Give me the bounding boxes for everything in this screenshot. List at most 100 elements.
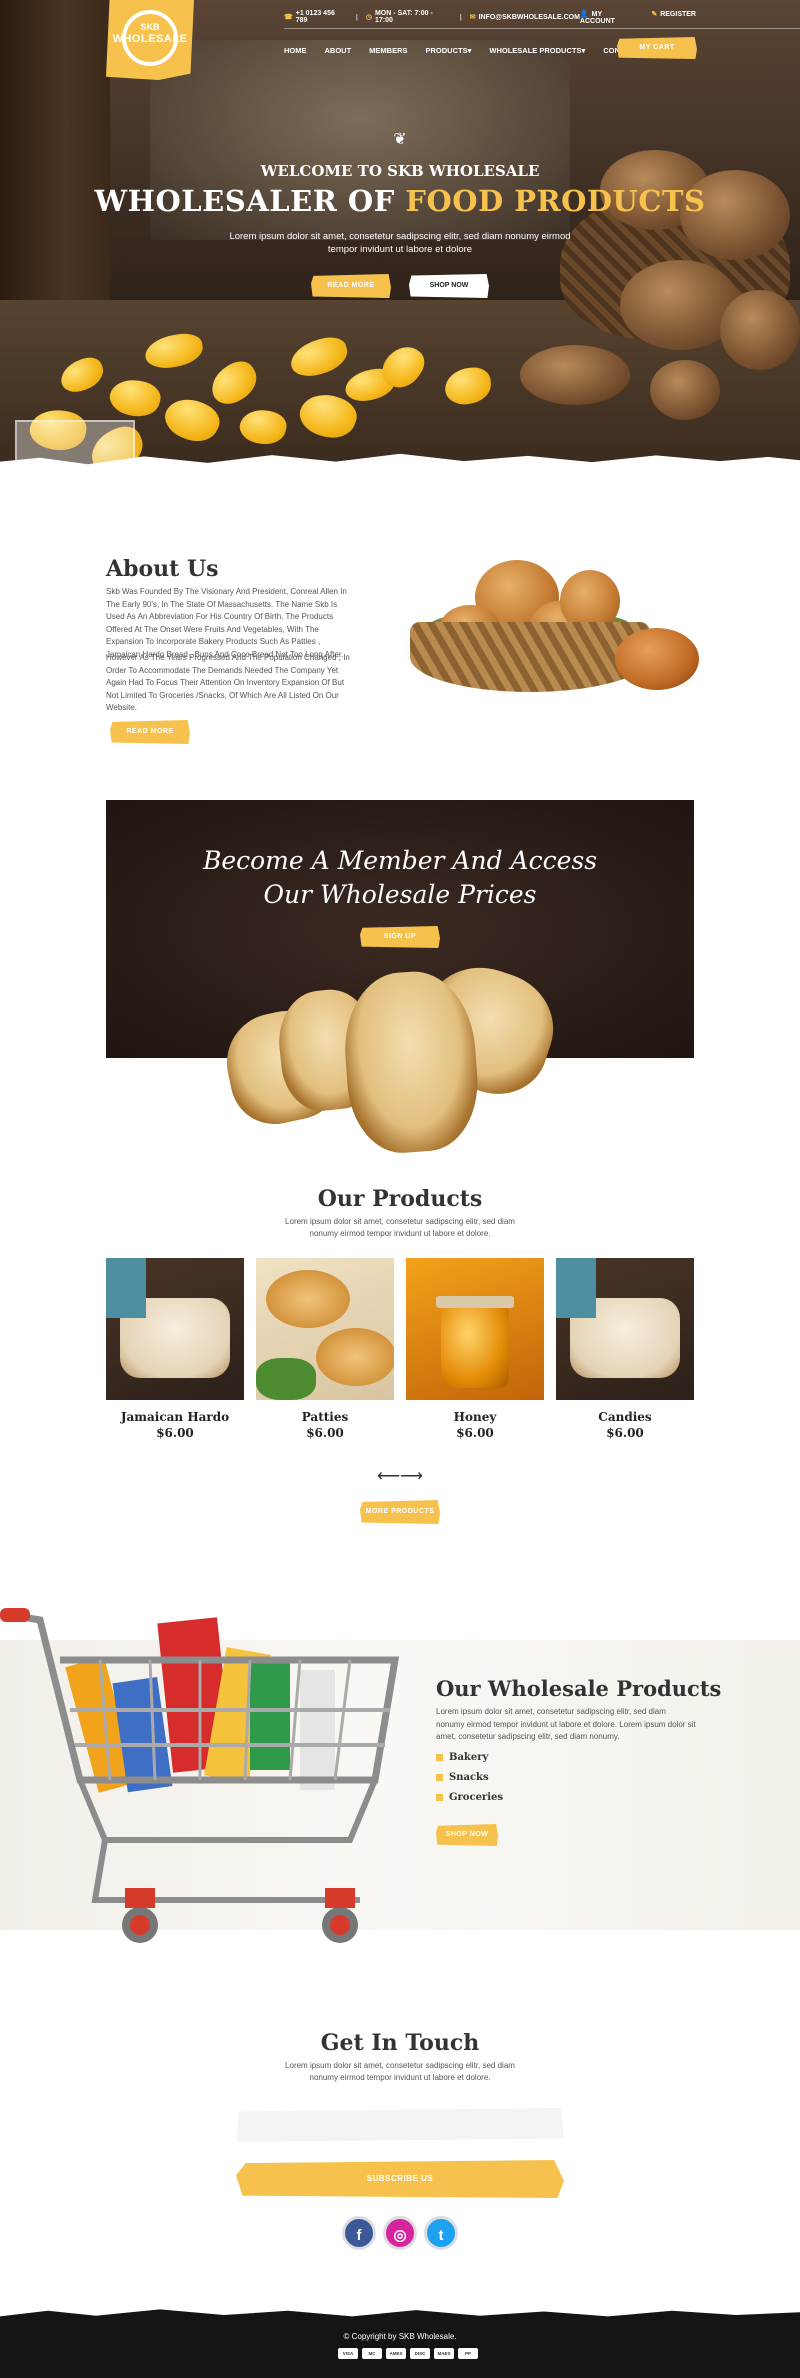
bullet-icon [436, 1774, 443, 1781]
main-nav: HOME ABOUT MEMBERS PRODUCTS▾ WHOLESALE P… [284, 38, 664, 62]
phone-number[interactable]: +1 0123 456 789 [296, 10, 348, 24]
contact-title: Get In Touch [320, 2030, 480, 2056]
top-info-bar: ☎ +1 0123 456 789 | ◷ MON - SAT: 7:00 - … [284, 10, 696, 25]
product-price: $6.00 [606, 1426, 644, 1440]
cloth-decoration [556, 1258, 596, 1318]
hero-headline: WHOLESALER OF FOOD PRODUCTS [0, 184, 800, 218]
wicker-basket [410, 622, 650, 692]
patty-image [316, 1328, 394, 1386]
about-read-more-button[interactable]: READ MORE [110, 720, 190, 744]
ornament-icon: ❦ [393, 131, 407, 148]
hero-shop-now-button[interactable]: SHOP NOW [409, 274, 489, 298]
contact-subtext: Lorem ipsum dolor sit amet, consetetur s… [285, 2061, 515, 2082]
herb-decoration [256, 1358, 316, 1400]
logo-text-bottom: WHOLESALE [112, 33, 188, 45]
bread-basket-image [400, 560, 700, 710]
instagram-icon[interactable]: ◎ [383, 2216, 417, 2250]
arrow-right-icon[interactable]: ⟶ [400, 1468, 423, 1485]
arrow-left-icon[interactable]: ⟵ [377, 1468, 400, 1485]
user-icon: 👤 [579, 10, 589, 18]
jar-lid [436, 1296, 514, 1308]
divider: | [355, 13, 358, 21]
more-products-button[interactable]: MORE PRODUCTS [360, 1500, 440, 1524]
about-paragraph-2: However As The Years Progressed And The … [106, 653, 350, 712]
product-name: Candies [598, 1410, 652, 1424]
nav-about[interactable]: ABOUT [325, 46, 352, 55]
cart-base [77, 1778, 378, 1903]
twitter-icon[interactable]: t [424, 2216, 458, 2250]
cart-handle [0, 1608, 30, 1622]
products-subtext: Lorem ipsum dolor sit amet, consetetur s… [285, 1217, 515, 1238]
site-logo[interactable]: SKB WHOLESALE [106, 0, 194, 80]
wholesale-section: Our Wholesale Products Lorem ipsum dolor… [0, 1600, 800, 2020]
list-item[interactable]: Groceries [436, 1792, 503, 1803]
product-card[interactable]: Candies $6.00 [556, 1258, 694, 1440]
list-item-label: Bakery [449, 1752, 489, 1763]
product-image-candies [556, 1258, 694, 1400]
account-links: 👤 MY ACCOUNT ✎ REGISTER [580, 10, 696, 25]
product-price: $6.00 [306, 1426, 344, 1440]
nav-products[interactable]: PRODUCTS▾ [426, 46, 472, 55]
nav-wholesale-label: WHOLESALE PRODUCTS [489, 45, 582, 55]
wholesale-title: Our Wholesale Products [436, 1676, 722, 1701]
wholesale-text: Lorem ipsum dolor sit amet, consetetur s… [436, 1707, 696, 1741]
cloth-decoration [106, 1258, 146, 1318]
list-item[interactable]: Bakery [436, 1752, 503, 1763]
logo-text-top: SKB [140, 22, 160, 32]
chevron-down-icon: ▾ [467, 45, 472, 55]
contact-section: Get In Touch Lorem ipsum dolor sit amet,… [0, 2020, 800, 2320]
about-section: About Us Skb Was Founded By The Visionar… [0, 470, 800, 800]
product-price: $6.00 [456, 1426, 494, 1440]
member-title: Become A Member And Access Our Wholesale … [106, 844, 694, 912]
list-item[interactable]: Snacks [436, 1772, 503, 1783]
products-title: Our Products [317, 1186, 483, 1212]
chevron-down-icon: ▾ [581, 45, 586, 55]
wheel-mount [325, 1888, 355, 1908]
bread-loaf-image [615, 628, 699, 690]
my-cart-button[interactable]: MY CART [617, 37, 697, 59]
member-line-2: Our Wholesale Prices [263, 880, 537, 909]
facebook-icon[interactable]: f [342, 2216, 376, 2250]
register-label: REGISTER [660, 10, 696, 18]
product-card[interactable]: Honey $6.00 [406, 1258, 544, 1440]
product-card[interactable]: Jamaican Hardo $6.00 [106, 1258, 244, 1440]
bread-loaf-image [520, 345, 630, 405]
nav-products-label: PRODUCTS [425, 45, 468, 55]
nav-members[interactable]: MEMBERS [369, 46, 407, 55]
hero-welcome: WELCOME TO SKB WHOLESALE [260, 162, 540, 180]
opening-hours: MON - SAT: 7:00 - 17:00 [374, 10, 433, 24]
my-account-link[interactable]: 👤 MY ACCOUNT [580, 10, 637, 25]
bread-roll-image [650, 360, 720, 420]
hero-read-more-button[interactable]: READ MORE [311, 274, 391, 298]
curtain-decoration [0, 0, 110, 300]
email-link[interactable]: INFO@SKBWHOLESALE.COM [479, 14, 580, 21]
product-box [250, 1660, 290, 1770]
subscribe-button[interactable]: SUBSCRIBE US [236, 2160, 564, 2198]
product-name: Jamaican Hardo [120, 1410, 230, 1424]
nav-wholesale-products[interactable]: WHOLESALE PRODUCTS▾ [489, 46, 585, 55]
headline-part-b: FOOD PRODUCTS [405, 184, 706, 218]
cart-wheel-hub [130, 1915, 150, 1935]
bread-loaf-image [720, 290, 800, 370]
register-link[interactable]: ✎ REGISTER [651, 10, 696, 25]
wheel-mount [125, 1888, 155, 1908]
product-price: $6.00 [156, 1426, 194, 1440]
nav-home[interactable]: HOME [284, 46, 307, 55]
hero-section: SKB WHOLESALE ☎ +1 0123 456 789 | ◷ MON … [0, 0, 800, 470]
carousel-arrows[interactable]: ⟵⟶ [370, 1466, 430, 1486]
email-field[interactable] [236, 2108, 564, 2142]
product-card[interactable]: Patties $6.00 [256, 1258, 394, 1440]
honey-jar-image [441, 1304, 509, 1388]
bullet-icon [436, 1794, 443, 1801]
wholesale-shop-now-button[interactable]: SHOP NOW [436, 1824, 498, 1846]
hero-subtext: Lorem ipsum dolor sit amet, consetetur s… [229, 231, 571, 255]
wholesale-category-list: Bakery Snacks Groceries [436, 1752, 503, 1812]
cart-wheel-hub [330, 1915, 350, 1935]
clock-icon: ◷ [365, 14, 372, 21]
about-title: About Us [106, 556, 219, 582]
products-section: Our Products Lorem ipsum dolor sit amet,… [0, 1170, 800, 1600]
copyright-text: © Copyright by SKB Wholesale. [343, 2332, 457, 2341]
headline-part-a: WHOLESALER OF [94, 184, 406, 218]
sign-up-button[interactable]: SIGN UP [360, 926, 440, 948]
header-divider [284, 28, 800, 29]
